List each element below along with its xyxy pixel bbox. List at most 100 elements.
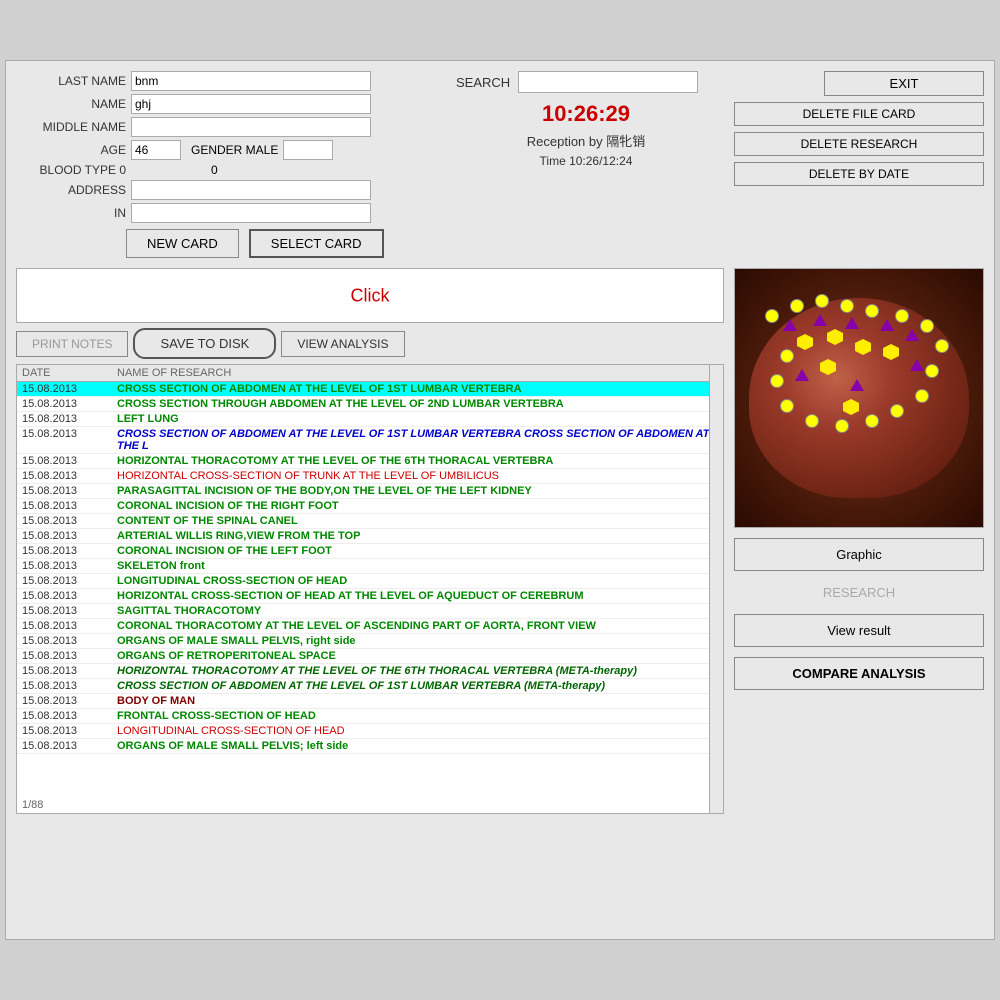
row-date: 15.08.2013 xyxy=(22,455,97,467)
table-row[interactable]: 15.08.2013FRONTAL CROSS-SECTION OF HEAD xyxy=(17,709,723,724)
view-analysis-button[interactable]: VIEW ANALYSIS xyxy=(281,331,404,357)
time-sub: Time 10:26/12:24 xyxy=(456,154,716,168)
middle-name-input[interactable] xyxy=(131,117,371,137)
row-name: LEFT LUNG xyxy=(117,413,718,425)
yellow-dot xyxy=(895,309,909,323)
table-row[interactable]: 15.08.2013LEFT LUNG xyxy=(17,412,723,427)
new-card-button[interactable]: NEW CARD xyxy=(126,229,239,258)
row-date: 15.08.2013 xyxy=(22,383,97,395)
right-buttons: EXIT DELETE FILE CARD DELETE RESEARCH DE… xyxy=(726,71,984,258)
row-date: 15.08.2013 xyxy=(22,500,97,512)
scrollbar[interactable] xyxy=(709,365,723,813)
research-label: RESEARCH xyxy=(734,581,984,604)
yellow-dot xyxy=(920,319,934,333)
yellow-dot xyxy=(865,414,879,428)
table-row[interactable]: 15.08.2013CROSS SECTION OF ABDOMEN AT TH… xyxy=(17,679,723,694)
last-name-row: LAST NAME xyxy=(16,71,446,91)
table-row[interactable]: 15.08.2013 HORIZONTAL THORACOTOMY AT THE … xyxy=(17,664,723,679)
address-row: ADDRESS xyxy=(16,180,446,200)
table-row[interactable]: 15.08.2013CROSS SECTION OF ABDOMEN AT TH… xyxy=(17,427,723,454)
in-row: IN xyxy=(16,203,446,223)
blood-value: 0 xyxy=(211,163,218,177)
triangle-marker xyxy=(850,379,864,391)
table-row[interactable]: 15.08.2013CROSS SECTION OF ABDOMEN AT TH… xyxy=(17,382,723,397)
row-name: ORGANS OF MALE SMALL PELVIS, right side xyxy=(117,635,718,647)
middle-section: SEARCH 10:26:29 Reception by 隔牝销 Time 10… xyxy=(456,71,716,258)
table-row[interactable]: 15.08.2013HORIZONTAL CROSS-SECTION OF HE… xyxy=(17,589,723,604)
yellow-dot xyxy=(790,299,804,313)
table-row[interactable]: 15.08.2013CORONAL THORACOTOMY AT THE LEV… xyxy=(17,619,723,634)
last-name-input[interactable] xyxy=(131,71,371,91)
triangle-marker xyxy=(910,359,924,371)
graphic-button[interactable]: Graphic xyxy=(734,538,984,571)
row-name: CORONAL INCISION OF THE LEFT FOOT xyxy=(117,545,718,557)
row-name: HORIZONTAL CROSS-SECTION OF TRUNK AT THE… xyxy=(117,470,718,482)
row-name: SKELETON front xyxy=(117,560,718,572)
table-row[interactable]: 15.08.2013LONGITUDINAL CROSS-SECTION OF … xyxy=(17,724,723,739)
row-name: HORIZONTAL CROSS-SECTION OF HEAD AT THE … xyxy=(117,590,718,602)
table-row[interactable]: 15.08.2013ORGANS OF MALE SMALL PELVIS; l… xyxy=(17,739,723,754)
table-row[interactable]: 15.08.2013PARASAGITTAL INCISION OF THE B… xyxy=(17,484,723,499)
delete-file-card-button[interactable]: DELETE FILE CARD xyxy=(734,102,984,126)
delete-research-button[interactable]: DELETE RESEARCH xyxy=(734,132,984,156)
row-name: HORIZONTAL THORACOTOMY AT THE LEVEL OF T… xyxy=(117,665,718,677)
main-container: LAST NAME NAME MIDDLE NAME AGE GENDER MA… xyxy=(5,60,995,940)
yellow-dot xyxy=(935,339,949,353)
triangle-marker xyxy=(880,319,894,331)
yellow-dot xyxy=(835,419,849,433)
table-row[interactable]: 15.08.2013CROSS SECTION THROUGH ABDOMEN … xyxy=(17,397,723,412)
table-row[interactable]: 15.08.2013HORIZONTAL CROSS-SECTION OF TR… xyxy=(17,469,723,484)
dots-container xyxy=(735,269,983,527)
name-row: NAME xyxy=(16,94,446,114)
gender-input[interactable] xyxy=(283,140,333,160)
table-row[interactable]: 15.08.2013CONTENT OF THE SPINAL CANEL xyxy=(17,514,723,529)
time-display: 10:26:29 xyxy=(456,101,716,127)
gender-label: GENDER MALE xyxy=(191,143,278,157)
table-row[interactable]: 15.08.2013 ARTERIAL WILLIS RING,VIEW FROM… xyxy=(17,529,723,544)
table-row[interactable]: 15.08.2013HORIZONTAL THORACOTOMY AT THE … xyxy=(17,454,723,469)
hex-marker xyxy=(797,334,813,350)
patient-info: LAST NAME NAME MIDDLE NAME AGE GENDER MA… xyxy=(16,71,446,258)
table-row[interactable]: 15.08.2013BODY OF MAN xyxy=(17,694,723,709)
notes-text-area[interactable]: Click xyxy=(16,268,724,323)
exit-button[interactable]: EXIT xyxy=(824,71,984,96)
anatomy-image-container xyxy=(734,268,984,528)
row-name: ORGANS OF RETROPERITONEAL SPACE xyxy=(117,650,718,662)
row-date: 15.08.2013 xyxy=(22,665,97,677)
row-name: SAGITTAL THORACOTOMY xyxy=(117,605,718,617)
table-row[interactable]: 15.08.2013SAGITTAL THORACOTOMY xyxy=(17,604,723,619)
table-row[interactable]: 15.08.2013LONGITUDINAL CROSS-SECTION OF … xyxy=(17,574,723,589)
row-date: 15.08.2013 xyxy=(22,545,97,557)
content-area: Click PRINT NOTES SAVE TO DISK VIEW ANAL… xyxy=(16,268,984,814)
age-input[interactable] xyxy=(131,140,181,160)
yellow-dot xyxy=(890,404,904,418)
hex-marker xyxy=(855,339,871,355)
in-input[interactable] xyxy=(131,203,371,223)
delete-by-date-button[interactable]: DELETE BY DATE xyxy=(734,162,984,186)
search-input[interactable] xyxy=(518,71,698,93)
address-input[interactable] xyxy=(131,180,371,200)
hex-marker xyxy=(843,399,859,415)
view-result-button[interactable]: View result xyxy=(734,614,984,647)
table-row[interactable]: 15.08.2013 CORONAL INCISION OF THE LEFT F… xyxy=(17,544,723,559)
select-card-button[interactable]: SELECT CARD xyxy=(249,229,384,258)
compare-analysis-button[interactable]: COMPARE ANALYSIS xyxy=(734,657,984,690)
hex-marker xyxy=(827,329,843,345)
table-row[interactable]: 15.08.2013 ORGANS OF RETROPERITONEAL SPAC… xyxy=(17,649,723,664)
table-row[interactable]: 15.08.2013SKELETON front xyxy=(17,559,723,574)
print-notes-button[interactable]: PRINT NOTES xyxy=(16,331,128,357)
yellow-dot xyxy=(780,349,794,363)
table-body: 15.08.2013CROSS SECTION OF ABDOMEN AT TH… xyxy=(17,382,723,754)
yellow-dot xyxy=(865,304,879,318)
blood-type-label: BLOOD TYPE 0 xyxy=(16,163,126,177)
table-row[interactable]: 15.08.2013CORONAL INCISION OF THE RIGHT … xyxy=(17,499,723,514)
table-row[interactable]: 15.08.2013ORGANS OF MALE SMALL PELVIS, r… xyxy=(17,634,723,649)
anatomy-bg xyxy=(735,269,983,527)
row-date: 15.08.2013 xyxy=(22,650,97,662)
row-date: 15.08.2013 xyxy=(22,530,97,542)
reception-text: Reception by 隔牝销 xyxy=(456,131,716,150)
row-name: ARTERIAL WILLIS RING,VIEW FROM THE TOP xyxy=(117,530,718,542)
address-label: ADDRESS xyxy=(16,183,126,197)
name-input[interactable] xyxy=(131,94,371,114)
save-to-disk-button[interactable]: SAVE TO DISK xyxy=(133,328,276,359)
